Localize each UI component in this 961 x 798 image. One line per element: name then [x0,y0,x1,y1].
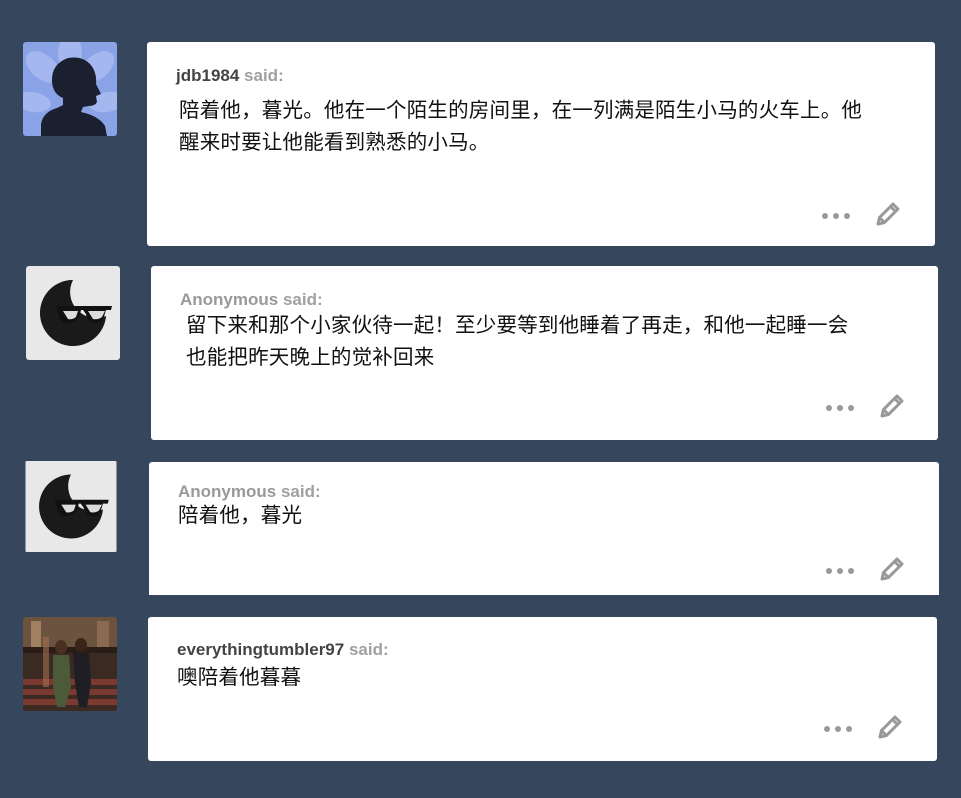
sunglasses-moon-avatar [25,461,117,552]
username[interactable]: everythingtumbler97 [177,640,344,659]
comment-text-line: 醒来时要让他能看到熟悉的小马。 [179,130,490,154]
comment-text-line: 陪着他，暮光。他在一个陌生的房间里，在一列满是陌生小马的火车上。他 [179,98,863,122]
comment-text: 噢陪着他暮暮 [177,661,301,693]
more-dots-icon[interactable] [825,566,855,576]
comment-card: Anonymous said: 留下来和那个小家伙待一起！至少要等到他睡着了再走… [151,266,938,440]
avatar[interactable] [23,617,117,711]
more-dots-icon[interactable] [825,403,855,413]
more-dots-icon[interactable] [821,211,851,221]
said-label: said: [282,290,323,309]
comment-card: jdb1984 said: 陪着他，暮光。他在一个陌生的房间里，在一列满是陌生小… [147,42,935,246]
comment-text: 留下来和那个小家伙待一起！至少要等到他睡着了再走，和他一起睡一会 也能把昨天晚上… [186,309,848,373]
comment-text: 陪着他，暮光 [178,499,302,531]
comment-text-line: 留下来和那个小家伙待一起！至少要等到他睡着了再走，和他一起睡一会 [186,313,849,337]
comment-text-line: 噢陪着他暮暮 [177,665,302,689]
comment-header: jdb1984 said: [176,66,284,86]
comment-header: everythingtumbler97 said: [177,640,389,660]
said-label: said: [244,66,284,85]
pencil-icon[interactable] [873,199,903,229]
more-dots-icon[interactable] [823,724,853,734]
silhouette-avatar [23,42,117,136]
pencil-icon[interactable] [875,712,905,742]
pencil-icon[interactable] [877,391,907,421]
username: Anonymous [180,290,279,309]
pencil-icon[interactable] [877,554,907,584]
comment-text-line: 也能把昨天晚上的觉补回来 [186,345,435,369]
comment-header: Anonymous said: [180,290,323,310]
comment-card: Anonymous said: 陪着他，暮光 [149,462,939,595]
photo-avatar [23,617,117,711]
avatar[interactable] [23,42,117,136]
said-label: said: [348,640,389,659]
username[interactable]: jdb1984 [176,66,239,85]
avatar[interactable] [26,266,120,360]
avatar[interactable] [24,461,118,552]
comment-card: everythingtumbler97 said: 噢陪着他暮暮 [148,617,937,761]
sunglasses-moon-avatar [26,266,120,360]
comment-text-line: 陪着他，暮光 [178,503,303,527]
comment-text: 陪着他，暮光。他在一个陌生的房间里，在一列满是陌生小马的火车上。他 醒来时要让他… [179,94,862,158]
